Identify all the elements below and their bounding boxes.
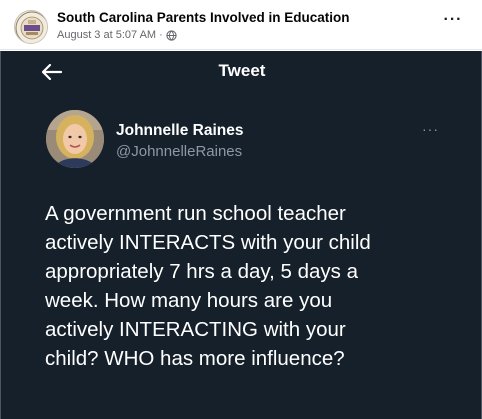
- tweet-text-line: week. How many hours are you: [45, 289, 333, 312]
- tweet-text-line: A government run school teacher: [45, 202, 346, 225]
- school-seal-icon[interactable]: [14, 10, 48, 44]
- author-name[interactable]: Johnnelle Raines: [116, 122, 243, 140]
- page-name[interactable]: South Carolina Parents Involved in Educa…: [57, 10, 350, 25]
- tweet-options-button[interactable]: ···: [422, 121, 439, 137]
- post-date[interactable]: August 3 at 5:07 AM: [57, 29, 156, 41]
- meta-separator: ·: [159, 29, 163, 41]
- author-avatar[interactable]: [46, 110, 104, 168]
- facebook-post-header: South Carolina Parents Involved in Educa…: [0, 0, 482, 50]
- post-meta: August 3 at 5:07 AM ·: [57, 29, 177, 41]
- tweet-page-title: Tweet: [218, 61, 266, 80]
- tweet-screenshot: Tweet Johnnelle Raines @JohnnelleRaines …: [0, 51, 482, 419]
- tweet-text-line: child? WHO has more influence?: [45, 347, 345, 370]
- tweet-text: A government run school teacher actively…: [45, 199, 465, 373]
- globe-icon: [166, 29, 177, 41]
- tweet-text-line: actively INTERACTING with your: [45, 318, 346, 341]
- author-handle[interactable]: @JohnnelleRaines: [116, 143, 242, 160]
- tweet-text-line: appropriately 7 hrs a day, 5 days a: [45, 260, 358, 283]
- post-options-button[interactable]: ···: [440, 9, 466, 35]
- tweet-text-line: actively INTERACTS with your child: [45, 231, 371, 254]
